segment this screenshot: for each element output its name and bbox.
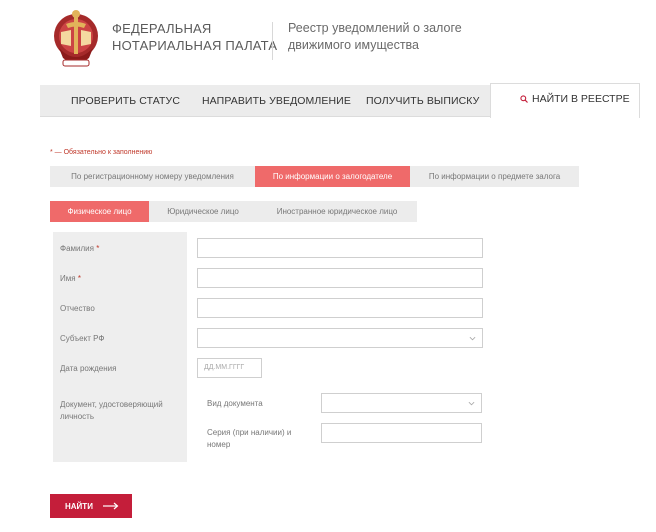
header-divider	[272, 22, 273, 60]
tab-by-registration-number[interactable]: По регистрационному номеру уведомления	[50, 166, 255, 187]
tab-foreign-legal-entity[interactable]: Иностранное юридическое лицо	[257, 201, 417, 222]
nav-check-status[interactable]: ПРОВЕРИТЬ СТАТУС	[71, 85, 180, 117]
required-note: * — Обязательно к заполнению	[50, 149, 153, 156]
chevron-down-icon	[469, 336, 476, 341]
chevron-down-icon	[468, 401, 475, 406]
tab-legal-entity[interactable]: Юридическое лицо	[149, 201, 257, 222]
document-label: Документ, удостоверяющий личность	[60, 400, 163, 421]
doc-series-input[interactable]	[321, 423, 482, 443]
surname-label: Фамилия *	[60, 244, 100, 253]
region-select[interactable]	[197, 328, 483, 348]
doc-series-label: Серия (при наличии) и номер	[207, 428, 292, 449]
form-label-column	[53, 232, 187, 462]
birthdate-placeholder: ДД.ММ.ГГГГ	[204, 364, 245, 371]
main-nav: ПРОВЕРИТЬ СТАТУС НАПРАВИТЬ УВЕДОМЛЕНИЕ П…	[40, 83, 640, 118]
tab-individual[interactable]: Физическое лицо	[50, 201, 149, 222]
birthdate-label: Дата рождения	[60, 364, 117, 373]
nav-find-in-registry[interactable]: НАЙТИ В РЕЕСТРЕ	[490, 83, 640, 118]
arrow-right-icon	[102, 502, 119, 510]
birthdate-input[interactable]: ДД.ММ.ГГГГ	[197, 358, 262, 378]
surname-input[interactable]	[197, 238, 483, 258]
name-input[interactable]	[197, 268, 483, 288]
tab-by-pledger-info[interactable]: По информации о залогодателе	[255, 166, 410, 187]
doc-type-label: Вид документа	[207, 399, 263, 408]
patronymic-label: Отчество	[60, 304, 95, 313]
registry-name-line2: движимого имущества	[288, 38, 420, 52]
nav-find-label: НАЙТИ В РЕЕСТРЕ	[532, 93, 630, 105]
org-name-line1: ФЕДЕРАЛЬНАЯ	[112, 21, 212, 36]
search-icon	[520, 95, 528, 103]
name-label: Имя *	[60, 274, 81, 283]
tab-by-pledge-subject[interactable]: По информации о предмете залога	[410, 166, 579, 187]
organization-name: ФЕДЕРАЛЬНАЯ НОТАРИАЛЬНАЯ ПАЛАТА	[112, 20, 277, 54]
org-name-line2: НОТАРИАЛЬНАЯ ПАЛАТА	[112, 38, 278, 53]
notary-emblem-icon[interactable]	[49, 6, 103, 70]
registry-name-line1: Реестр уведомлений о залоге	[288, 21, 462, 35]
region-label: Субъект РФ	[60, 334, 105, 343]
find-button-label: НАЙТИ	[65, 501, 93, 511]
doc-type-select[interactable]	[321, 393, 482, 413]
patronymic-input[interactable]	[197, 298, 483, 318]
find-button[interactable]: НАЙТИ	[50, 494, 132, 518]
nav-get-extract[interactable]: ПОЛУЧИТЬ ВЫПИСКУ	[366, 85, 479, 117]
nav-send-notification[interactable]: НАПРАВИТЬ УВЕДОМЛЕНИЕ	[202, 85, 351, 117]
registry-name: Реестр уведомлений о залоге движимого им…	[288, 20, 462, 54]
